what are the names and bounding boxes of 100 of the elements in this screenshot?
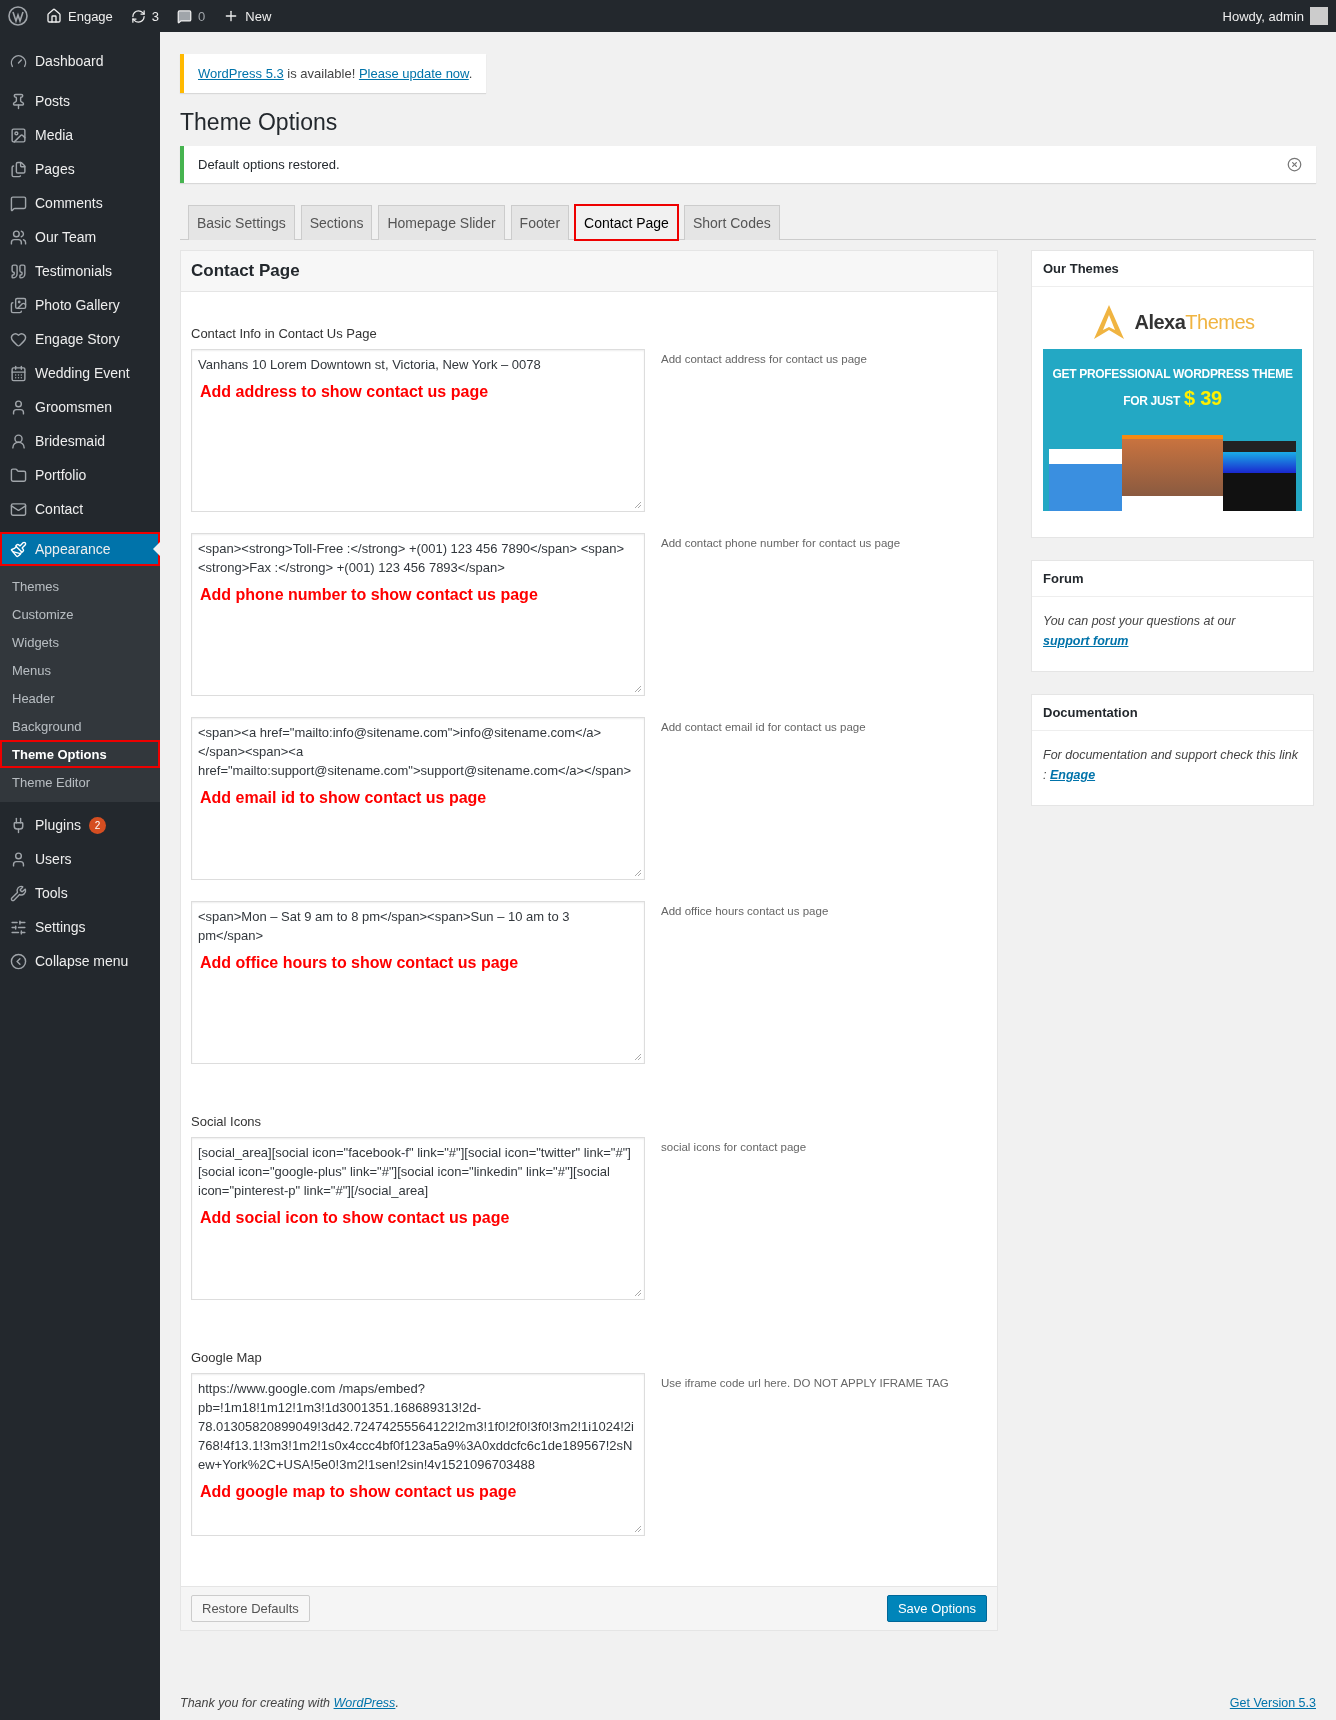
account-link[interactable]: Howdy, admin [1222, 7, 1328, 25]
text-link[interactable]: Please update now [358, 66, 469, 81]
text-area[interactable]: <span><strong>Toll-Free :</strong> +(001) 123 456 7890</span> <span><strong>Fax :</strong> +(001) 123 456 7893</span> Add phone number to show contact us page [191, 533, 645, 696]
resize-grip-icon[interactable] [634, 685, 642, 693]
field-label: Contact Info in Contact Us Page [191, 326, 378, 341]
sidebar-item[interactable]: Groomsmen [0, 390, 160, 424]
comment-icon [177, 8, 193, 24]
widget-text: You can post your questions at our support forum [1042, 613, 1237, 650]
dismiss-icon[interactable] [1287, 157, 1302, 172]
pages-icon [10, 160, 27, 178]
footer-text: Thank you for creating with WordPress. [180, 1696, 399, 1710]
submenu-item[interactable]: Menus [0, 656, 160, 684]
widget-text: For documentation and support check this link : Engage [1042, 747, 1299, 784]
sidebar-item[interactable]: Users [0, 842, 160, 876]
sidebar-item[interactable]: Media [0, 118, 160, 152]
pin-icon [10, 92, 27, 110]
panel-title: Contact Page [181, 251, 997, 292]
banner-price-line: FOR JUST $ 39 [1123, 387, 1222, 410]
sidebar-item[interactable]: Contact [0, 492, 160, 526]
brush-icon [10, 540, 27, 558]
text-link[interactable]: WordPress 5.3 [198, 66, 284, 81]
sidebar-item[interactable]: Tools [0, 876, 160, 910]
resize-grip-icon[interactable] [634, 501, 642, 509]
submenu-item[interactable]: Theme Editor [0, 768, 160, 796]
updates-link[interactable]: 3 [130, 8, 160, 24]
annotation-note: Add email id to show contact us page [199, 788, 488, 807]
quote-icon [10, 262, 27, 280]
collapse-icon [10, 952, 27, 970]
annotation-note: Add office hours to show contact us page [199, 953, 520, 972]
field-description: Add contact phone number for contact us page [661, 536, 901, 551]
sidebar-item[interactable]: Appearance [0, 532, 160, 566]
folder-icon [10, 466, 27, 484]
widget-title: Forum [1032, 561, 1313, 597]
text-area[interactable]: <span><a href="mailto:info@sitename.com">info@sitename.com</a></span><span><a href="mailto:support@sitename.com">support@sitename.com</a></span> Add email id to show contact us page [191, 717, 645, 880]
mail-icon [10, 500, 27, 518]
page-title: Theme Options [180, 109, 339, 136]
image-icon [10, 126, 27, 144]
field-description: Add contact email id for contact us page [661, 720, 866, 735]
sidebar-item[interactable]: Collapse menu [0, 944, 160, 978]
wordpress-logo-icon[interactable] [8, 6, 28, 26]
comments-link[interactable]: 0 [177, 8, 206, 24]
field-label: Social Icons [191, 1114, 263, 1129]
version-link[interactable]: Get Version 5.3 [1229, 1696, 1316, 1710]
logo-text: AlexaThemes [1134, 310, 1255, 334]
resize-grip-icon[interactable] [634, 1525, 642, 1533]
sidebar-item[interactable]: Wedding Event [0, 356, 160, 390]
field-description: Add contact address for contact us page [661, 352, 867, 367]
person-icon [10, 398, 27, 416]
site-name-link[interactable]: Engage [46, 8, 113, 24]
sidebar-item[interactable]: Engage Story [0, 322, 160, 356]
sidebar-item[interactable]: Photo Gallery [0, 288, 160, 322]
gauge-icon [10, 52, 27, 70]
resize-grip-icon[interactable] [634, 869, 642, 877]
sidebar-item[interactable]: Plugins 2 [0, 808, 160, 842]
annotation-note: Add social icon to show contact us page [199, 1208, 511, 1227]
save-options-button[interactable]: Save Options [886, 1595, 987, 1622]
submenu-item[interactable]: Background [0, 712, 160, 740]
sidebar-item[interactable]: Pages [0, 152, 160, 186]
resize-grip-icon[interactable] [634, 1289, 642, 1297]
sidebar-item[interactable]: Our Team [0, 220, 160, 254]
sidebar-item[interactable]: Settings [0, 910, 160, 944]
sidebar-item[interactable]: Posts [0, 84, 160, 118]
banner-headline: GET PROFESSIONAL WORDPRESS THEME [1052, 367, 1293, 381]
refresh-icon [130, 8, 146, 24]
sidebar-item[interactable]: Dashboard [0, 44, 160, 78]
submenu-item[interactable]: Customize [0, 600, 160, 628]
comment-icon [10, 194, 27, 212]
annotation-note: Add google map to show contact us page [199, 1482, 518, 1501]
submenu-item[interactable]: Widgets [0, 628, 160, 656]
calendar-icon [10, 364, 27, 382]
text-link[interactable]: Engage [1049, 768, 1096, 782]
text-area[interactable]: <span>Mon – Sat 9 am to 8 pm</span><span>Sun – 10 am to 3 pm</span> Add office hours to show contact us page [191, 901, 645, 1064]
restore-defaults-button[interactable]: Restore Defaults [191, 1595, 310, 1622]
field-description: social icons for contact page [661, 1140, 807, 1155]
update-notice: WordPress 5.3 is available! Please update now. [180, 54, 487, 93]
tab[interactable]: Homepage Slider [378, 205, 505, 240]
sidebar-item[interactable]: Bridesmaid [0, 424, 160, 458]
field-description: Use iframe code url here. DO NOT APPLY IFRAME TAG [661, 1376, 949, 1391]
sidebar-item[interactable]: Portfolio [0, 458, 160, 492]
new-link[interactable]: New [223, 8, 272, 24]
text-link[interactable]: support forum [1043, 634, 1129, 648]
text-area[interactable]: [social_area][social icon="facebook-f" link="#"][social icon="twitter" link="#"][social icon="google-plus" link="#"][social icon="linkedin" link="#"][social icon="pinterest-p" link="#"][/social_area] Add social icon to show contact us page [191, 1137, 645, 1300]
tab[interactable]: Sections [300, 205, 373, 240]
tab[interactable]: Contact Page [575, 205, 678, 240]
sidebar-item[interactable]: Comments [0, 186, 160, 220]
tab[interactable]: Basic Settings [188, 205, 295, 240]
wrench-icon [10, 884, 27, 902]
field-label: Google Map [191, 1350, 263, 1365]
sidebar-item[interactable]: Testimonials [0, 254, 160, 288]
submenu-item[interactable]: Header [0, 684, 160, 712]
resize-grip-icon[interactable] [634, 1053, 642, 1061]
text-area[interactable]: Vanhans 10 Lorem Downtown st, Victoria, New York – 0078 Add address to show contact us page [191, 349, 645, 512]
text-area[interactable]: https://www.google.com /maps/embed?pb=!1m18!1m12!1m3!1d3001351.168689313!2d-78.01305820899049!3d42.72474255564122!2m3!1f0!2f0!3f0!3m2!1i1024!2i768!4f13.1!3m3!1m2!1s0x4ccc4bf0f123a5a9%3A0xddcfc6c1de189567!2sNew+York%2C+USA!5e0!3m2!1sen!2sin!4v1521096703488 Add google map to show contact us page [191, 1373, 645, 1536]
count-badge: 2 [88, 816, 106, 834]
submenu-item[interactable]: Theme Options [0, 740, 160, 768]
avatar-icon [1310, 7, 1328, 25]
submenu-item[interactable]: Themes [0, 572, 160, 600]
tab[interactable]: Footer [510, 205, 570, 240]
tab[interactable]: Short Codes [683, 205, 780, 240]
person-icon [10, 432, 27, 450]
